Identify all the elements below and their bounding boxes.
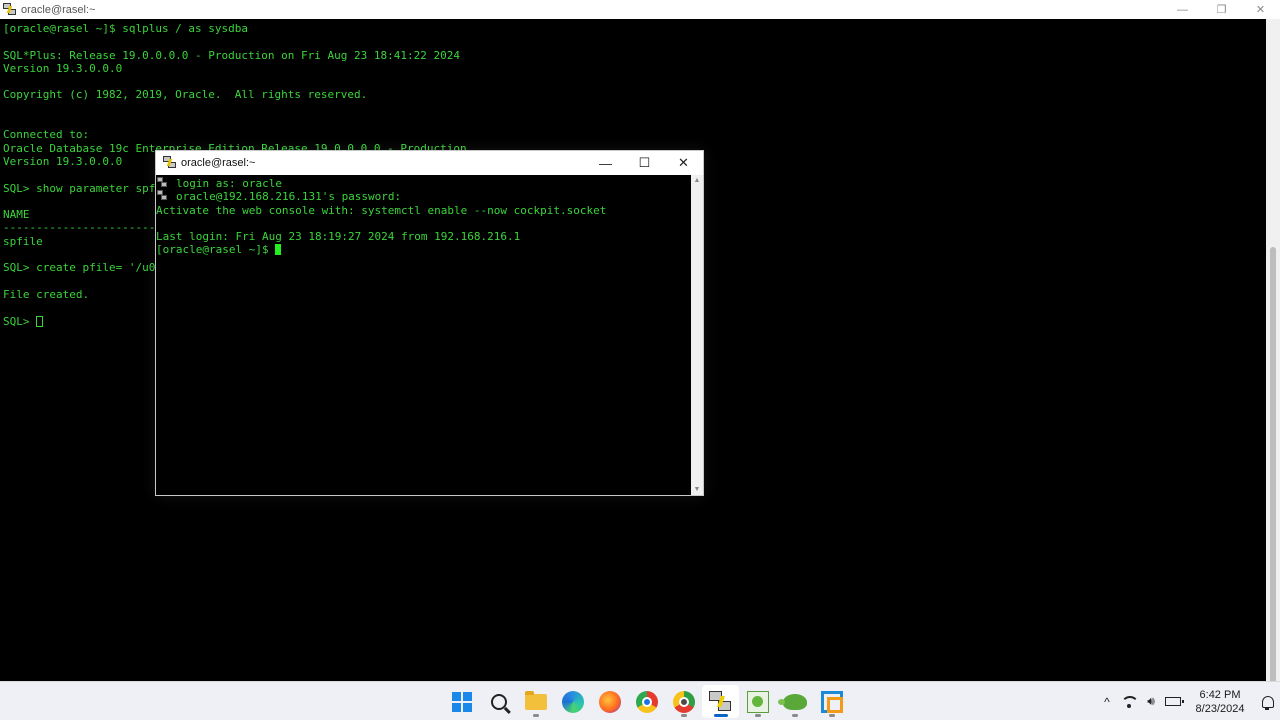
terminal-line: Connected to:	[3, 128, 90, 142]
taskbar: ^ 🔊︎ 6:42 PM 8/23/2024	[0, 681, 1280, 720]
turtle-app-button[interactable]	[776, 685, 813, 718]
dialog-close-button[interactable]: ✕	[664, 151, 703, 175]
edge-icon	[561, 690, 584, 713]
terminal-line: oracle@192.168.216.131's password:	[156, 190, 691, 203]
running-indicator	[680, 714, 687, 717]
dialog-scrollbar[interactable]: ▲ ▼	[691, 175, 703, 495]
putty-icon	[156, 177, 170, 188]
running-indicator	[791, 714, 798, 717]
putty-icon	[163, 156, 177, 170]
sql-prompt: SQL>	[3, 314, 37, 328]
dialog-terminal[interactable]: login as: oracle oracle@192.168.216.131'…	[156, 177, 691, 495]
main-window-title: oracle@rasel:~	[21, 3, 96, 16]
terminal-line: SQL*Plus: Release 19.0.0.0.0 - Productio…	[3, 48, 460, 62]
firefox-button[interactable]	[591, 685, 628, 718]
minimize-button[interactable]: —	[1163, 0, 1202, 19]
putty-button[interactable]	[702, 685, 739, 718]
winscp-icon	[746, 690, 769, 713]
shell-prompt: [oracle@rasel ~]$	[156, 243, 276, 257]
close-button[interactable]: ✕	[1241, 0, 1280, 19]
terminal-line: Activate the web console with: systemctl…	[156, 203, 607, 217]
dialog-minimize-button[interactable]: —	[586, 151, 625, 175]
chrome-profile-icon	[672, 690, 695, 713]
file-explorer-icon	[524, 690, 547, 710]
show-hidden-icons-button[interactable]: ^	[1096, 682, 1118, 720]
start-button[interactable]	[443, 685, 480, 718]
chrome-profile-button[interactable]	[665, 685, 702, 718]
ssh-session-window[interactable]: oracle@rasel:~ — ☐ ✕ login as: oracle or…	[155, 150, 704, 496]
file-explorer-button[interactable]	[517, 685, 554, 718]
start-icon	[451, 691, 472, 712]
running-indicator	[754, 714, 761, 717]
firefox-icon	[598, 690, 621, 713]
clock[interactable]: 6:42 PM 8/23/2024	[1184, 688, 1256, 716]
terminal-line: Version 19.3.0.0.0	[3, 61, 123, 75]
terminal-line: login as: oracle	[156, 177, 691, 190]
active-indicator	[713, 714, 728, 717]
battery-button[interactable]	[1162, 682, 1184, 720]
putty-icon	[3, 2, 17, 17]
main-scrollbar-thumb[interactable]	[1270, 247, 1276, 685]
turtle-app-icon	[777, 693, 807, 710]
dialog-titlebar[interactable]: oracle@rasel:~ — ☐ ✕	[156, 151, 703, 175]
terminal-line: Copyright (c) 1982, 2019, Oracle. All ri…	[3, 88, 368, 102]
cursor	[275, 244, 282, 256]
terminal-line: [oracle@rasel ~]$ sqlplus / as sysdba	[3, 22, 249, 35]
dialog-maximize-button[interactable]: ☐	[625, 151, 664, 175]
running-indicator	[532, 714, 539, 717]
wifi-icon	[1121, 695, 1137, 708]
clock-time: 6:42 PM	[1199, 688, 1241, 701]
main-scrollbar[interactable]	[1266, 19, 1280, 685]
chrome-button[interactable]	[628, 685, 665, 718]
running-indicator	[828, 714, 835, 717]
search-icon	[490, 693, 507, 710]
clock-date: 8/23/2024	[1195, 702, 1245, 715]
bell-icon	[1262, 695, 1274, 710]
battery-icon	[1165, 697, 1184, 706]
chrome-icon	[635, 690, 658, 713]
putty-icon	[156, 190, 170, 201]
volume-icon: 🔊︎	[1147, 694, 1155, 708]
putty-icon	[708, 690, 733, 713]
vmware-icon	[820, 690, 843, 713]
restore-button[interactable]: ❐	[1202, 0, 1241, 19]
scroll-up-arrow-icon[interactable]: ▲	[693, 177, 701, 184]
edge-button[interactable]	[554, 685, 591, 718]
vmware-button[interactable]	[813, 685, 850, 718]
scroll-down-arrow-icon[interactable]: ▼	[693, 486, 701, 493]
wifi-button[interactable]	[1118, 682, 1140, 720]
cursor	[36, 315, 44, 327]
shell-prompt-line[interactable]: [oracle@rasel ~]$	[156, 243, 691, 256]
notifications-button[interactable]	[1256, 682, 1280, 720]
search-button[interactable]	[480, 685, 517, 718]
winscp-button[interactable]	[739, 685, 776, 718]
main-window-titlebar[interactable]: oracle@rasel:~ — ❐ ✕	[0, 0, 1280, 19]
system-tray: ^ 🔊︎ 6:42 PM 8/23/2024	[1096, 682, 1280, 720]
terminal-line: Last login: Fri Aug 23 18:19:27 2024 fro…	[156, 230, 521, 244]
volume-button[interactable]: 🔊︎	[1140, 682, 1162, 720]
dialog-title: oracle@rasel:~	[181, 157, 256, 169]
